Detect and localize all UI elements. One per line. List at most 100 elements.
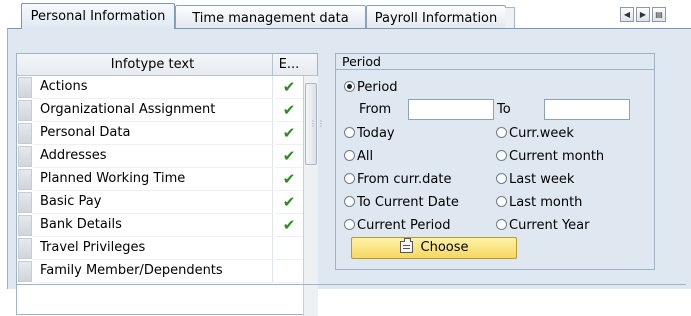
clipboard-icon [399,238,413,253]
radio-button-icon [344,196,355,207]
row-selector[interactable] [18,192,32,213]
checkmark-icon: ✔ [275,145,303,168]
radio-label: Today [357,126,395,141]
radio-button-icon [496,127,507,138]
tab-payroll-information[interactable]: Payroll Information [366,5,506,28]
infotype-text-cell[interactable]: Family Member/Dependents [33,260,273,283]
radio-label: Last month [509,195,583,210]
table-row[interactable]: Basic Pay ✔ [17,191,303,214]
radio-label: All [357,149,374,164]
exists-cell [275,260,303,283]
radio-option[interactable]: Curr.week [496,125,574,143]
infotype-text-cell[interactable]: Actions [33,76,273,99]
table-row[interactable]: Planned Working Time ✔ [17,168,303,191]
triangle-right-icon: ▶ [639,10,647,19]
checkmark-icon: ✔ [275,214,303,237]
tab-label: Personal Information [30,9,166,24]
radio-label: Current Period [357,218,451,233]
to-label: To [497,102,511,117]
radio-option[interactable]: Current Period [344,217,451,235]
scrollbar-thumb[interactable]: ⋮⋮ [305,83,325,165]
tab-list-icon: ▤ [655,10,663,19]
table-row[interactable]: Actions ✔ [17,76,303,99]
radio-button-icon [344,81,355,92]
table-row[interactable]: Addresses ✔ [17,145,303,168]
next-group-frame [16,284,686,294]
tab-scroll-right-button[interactable]: ▶ [636,7,650,22]
checkmark-icon: ✔ [275,168,303,191]
tab-label: Payroll Information [374,11,498,26]
radio-label: Curr.week [509,126,574,141]
radio-label: Period [357,80,398,95]
to-date-field[interactable] [544,99,630,120]
from-label: From [359,102,392,117]
infotype-text-cell[interactable]: Organizational Assignment [33,99,273,122]
table-header: Infotype text E... [17,54,317,76]
row-selector[interactable] [18,146,32,167]
radio-option[interactable]: Current Year [496,217,589,235]
checkmark-icon: ✔ [275,191,303,214]
vertical-scrollbar[interactable]: ⋮⋮ [303,76,325,316]
infotype-text-cell[interactable]: Planned Working Time [33,168,273,191]
infotype-text-cell[interactable]: Bank Details [33,214,273,237]
choose-button[interactable]: Choose [351,237,517,259]
radio-label: From curr.date [357,172,452,187]
column-header-exists[interactable]: E... [275,54,303,76]
radio-button-icon [496,219,507,230]
tab-stack-edge [505,7,515,28]
exists-cell [275,237,303,260]
row-selector[interactable] [18,238,32,259]
radio-option[interactable]: Last month [496,194,582,212]
radio-button-icon [344,219,355,230]
tab-scroll-left-button[interactable]: ◀ [620,7,634,22]
row-selector[interactable] [18,215,32,236]
radio-button-icon [496,173,507,184]
radio-period[interactable]: Period [344,79,398,97]
choose-label: Choose [420,240,469,255]
checkmark-icon: ✔ [275,99,303,122]
infotype-text-cell[interactable]: Basic Pay [33,191,273,214]
radio-label: To Current Date [357,195,459,210]
radio-option[interactable]: Current month [496,148,604,166]
radio-option[interactable]: Last week [496,171,574,189]
radio-option[interactable]: Today [344,125,395,143]
row-selector[interactable] [18,169,32,190]
radio-option[interactable]: All [344,148,373,166]
table-row[interactable]: Travel Privileges [17,237,303,260]
infotype-text-cell[interactable]: Addresses [33,145,273,168]
infotype-text-cell[interactable]: Personal Data [33,122,273,145]
radio-button-icon [496,150,507,161]
triangle-left-icon: ◀ [623,10,631,19]
tab-personal-information[interactable]: Personal Information [21,3,175,29]
tab-strip: Personal Information Time management dat… [0,0,691,29]
period-group: Period Period From To Today All From curr.… [335,53,655,270]
row-selector[interactable] [18,77,32,98]
infotype-table: Infotype text E... Actions ✔ Organizationa… [16,53,325,316]
from-date-field[interactable] [408,99,494,120]
table-row[interactable]: Organizational Assignment ✔ [17,99,303,122]
period-group-title: Period [336,54,654,70]
table-row[interactable]: Personal Data ✔ [17,122,303,145]
tab-list-button[interactable]: ▤ [652,7,666,22]
row-selector[interactable] [18,123,32,144]
row-selector[interactable] [18,261,32,282]
radio-label: Current month [509,149,605,164]
radio-option[interactable]: From curr.date [344,171,451,189]
radio-button-icon [344,150,355,161]
radio-label: Current Year [509,218,590,233]
radio-option[interactable]: To Current Date [344,194,459,212]
tab-time-management-data[interactable]: Time management data [175,5,366,28]
table-row[interactable]: Bank Details ✔ [17,214,303,237]
checkmark-icon: ✔ [275,122,303,145]
checkmark-icon: ✔ [275,76,303,99]
infotype-text-cell[interactable]: Travel Privileges [33,237,273,260]
tab-content-panel: Infotype text E... Actions ✔ Organizationa… [7,28,691,316]
radio-button-icon [344,127,355,138]
column-header-infotype-text[interactable]: Infotype text [33,54,273,76]
row-selector[interactable] [18,100,32,121]
tab-label: Time management data [192,11,349,26]
radio-label: Last week [509,172,575,187]
table-row[interactable]: Family Member/Dependents [17,260,303,283]
radio-button-icon [496,196,507,207]
grip-icon: ⋮⋮ [309,119,325,128]
